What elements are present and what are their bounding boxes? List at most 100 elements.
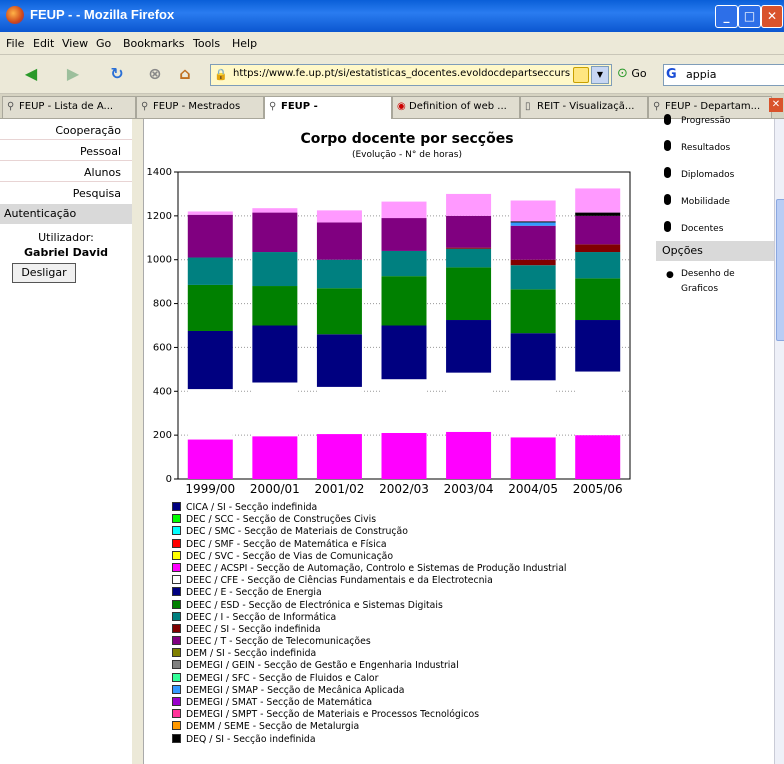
bar-segment (381, 379, 427, 433)
legend-swatch (172, 733, 181, 743)
legend-item: DEEC / CFE - Secção de Ciências Fundamen… (172, 575, 652, 587)
nav-desenho-line1[interactable]: Desenho de (681, 269, 735, 279)
sidebar-item-pessoal[interactable]: Pessoal (80, 145, 121, 158)
search-input[interactable]: G appia (663, 64, 784, 86)
bullet-icon (664, 140, 671, 151)
menu-edit[interactable]: Edit (33, 37, 54, 50)
y-tick-label: 200 (153, 430, 172, 441)
legend-label: DEEC / ACSPI - Secção de Automação, Cont… (186, 562, 567, 574)
nav-docentes[interactable]: Docentes (681, 224, 723, 234)
menu-help[interactable]: Help (232, 37, 257, 50)
tab-lista[interactable]: ⚲ FEUP - Lista de A... (2, 96, 136, 118)
go-icon: ⊙ (617, 66, 628, 81)
bar-segment (575, 188, 621, 213)
tab-reit[interactable]: ▯ REIT - Visualizaçã... (520, 96, 648, 118)
legend-swatch (172, 697, 181, 706)
reload-icon[interactable]: ↻ (104, 61, 130, 87)
y-tick-label: 1200 (147, 211, 172, 222)
legend-swatch (172, 538, 181, 548)
menu-bookmarks[interactable]: Bookmarks (123, 37, 184, 50)
bar-segment (316, 288, 362, 335)
sidebar-item-pesquisa[interactable]: Pesquisa (73, 187, 121, 200)
bar-segment (187, 257, 233, 285)
bar-segment (446, 248, 492, 268)
legend-label: DEEC / CFE - Secção de Ciências Fundamen… (186, 575, 493, 587)
bar-segment (446, 267, 492, 321)
close-tab-icon[interactable]: ✕ (769, 98, 783, 112)
tab-feup-active[interactable]: ⚲ FEUP - (264, 96, 392, 119)
sidebar-item-cooperacao[interactable]: Cooperação (55, 124, 121, 137)
go-button[interactable]: ⊙ Go (617, 66, 647, 81)
nav-resultados[interactable]: Resultados (681, 143, 730, 153)
maximize-button[interactable]: □ (738, 5, 761, 28)
legend-item: DEC / SMF - Secção de Matemática e Físic… (172, 538, 652, 551)
legend-item: DEC / SMC - Secção de Materiais de Const… (172, 526, 652, 538)
legend-label: DEEC / E - Secção de Energia (186, 587, 322, 599)
legend-swatch (172, 660, 181, 670)
sidebar-item-alunos[interactable]: Alunos (84, 166, 121, 179)
nav-mobilidade[interactable]: Mobilidade (681, 197, 730, 207)
scrollbar-thumb[interactable] (776, 199, 784, 341)
tab-label: FEUP - Departam... (665, 101, 761, 112)
right-sidebar: Progressão Resultados Diplomados Mobilid… (656, 114, 774, 764)
legend-item: DEMEGI / SFC - Secção de Fluidos e Calor (172, 672, 652, 685)
bar-segment (446, 320, 492, 373)
bar-segment (446, 247, 492, 249)
legend-swatch (172, 672, 181, 682)
bar-segment (316, 334, 362, 387)
logout-button[interactable]: Desligar (12, 263, 76, 283)
chart-legend: CICA / SI - Secção indefinida DEC / SCC -… (172, 502, 652, 746)
bar-segment (575, 320, 621, 372)
bar-segment (575, 215, 621, 245)
legend-label: CICA / SI - Secção indefinida (186, 502, 318, 513)
address-url[interactable]: https://www.fe.up.pt/si/estatisticas_doc… (233, 68, 573, 79)
forward-icon[interactable]: ▶ (60, 61, 86, 87)
tab-mestrados[interactable]: ⚲ FEUP - Mestrados (136, 96, 264, 118)
legend-swatch (172, 599, 181, 609)
search-value[interactable]: appia (686, 68, 717, 81)
page-scrollbar[interactable] (774, 119, 784, 764)
home-icon[interactable]: ⌂ (172, 61, 198, 87)
bar-segment (381, 432, 427, 479)
minimize-button[interactable]: _ (715, 5, 738, 28)
bar-segment (252, 212, 298, 253)
legend-swatch (172, 514, 181, 524)
window-title: FEUP - - Mozilla Firefox (30, 7, 175, 22)
menu-tools[interactable]: Tools (193, 37, 220, 50)
legend-item: DEM / SI - Secção indefinida (172, 648, 652, 660)
x-tick-label: 1999/00 (185, 482, 235, 496)
left-sidebar: Cooperação Pessoal Alunos Pesquisa Auten… (0, 119, 132, 764)
menu-go[interactable]: Go (96, 37, 111, 50)
nav-desenho-line2[interactable]: Graficos (681, 284, 718, 294)
nav-progressao[interactable]: Progressão (681, 116, 730, 126)
bullet-icon (664, 167, 671, 178)
stop-icon[interactable]: ⊗ (142, 61, 168, 87)
legend-label: DEEC / T - Secção de Telecomunicações (186, 636, 371, 648)
legend-item: DEMEGI / SMPT - Secção de Materiais e Pr… (172, 709, 652, 721)
bullet-icon (664, 221, 671, 232)
legend-label: DEMEGI / SFC - Secção de Fluidos e Calor (186, 672, 379, 684)
bar-segment (316, 386, 362, 435)
menu-file[interactable]: File (6, 37, 24, 50)
x-tick-label: 2003/04 (444, 482, 494, 496)
legend-label: DEEC / ESD - Secção de Electrónica e Sis… (186, 599, 443, 611)
legend-swatch (172, 684, 181, 694)
divider (0, 139, 132, 140)
legend-swatch (172, 550, 181, 560)
tab-definition[interactable]: ◉ Definition of web ... (392, 96, 520, 118)
nav-diplomados[interactable]: Diplomados (681, 170, 734, 180)
legend-item: DEMEGI / SMAP - Secção de Mecânica Aplic… (172, 684, 652, 697)
close-button[interactable]: ✕ (761, 5, 783, 28)
bar-segment (510, 200, 556, 222)
legend-label: DEMM / SEME - Secção de Metalurgia (186, 721, 360, 733)
back-icon[interactable]: ◀ (18, 61, 44, 87)
tab-favicon-icon: ⚲ (269, 101, 277, 112)
address-bar[interactable]: 🔒 https://www.fe.up.pt/si/estatisticas_d… (210, 64, 612, 86)
bar-segment (446, 215, 492, 248)
x-tick-label: 2004/05 (508, 482, 558, 496)
chevron-down-icon[interactable]: ▼ (591, 66, 609, 84)
tab-label: REIT - Visualizaçã... (537, 101, 635, 112)
menu-view[interactable]: View (62, 37, 88, 50)
legend-item: CICA / SI - Secção indefinida (172, 502, 652, 514)
padlock-icon[interactable] (573, 67, 589, 83)
